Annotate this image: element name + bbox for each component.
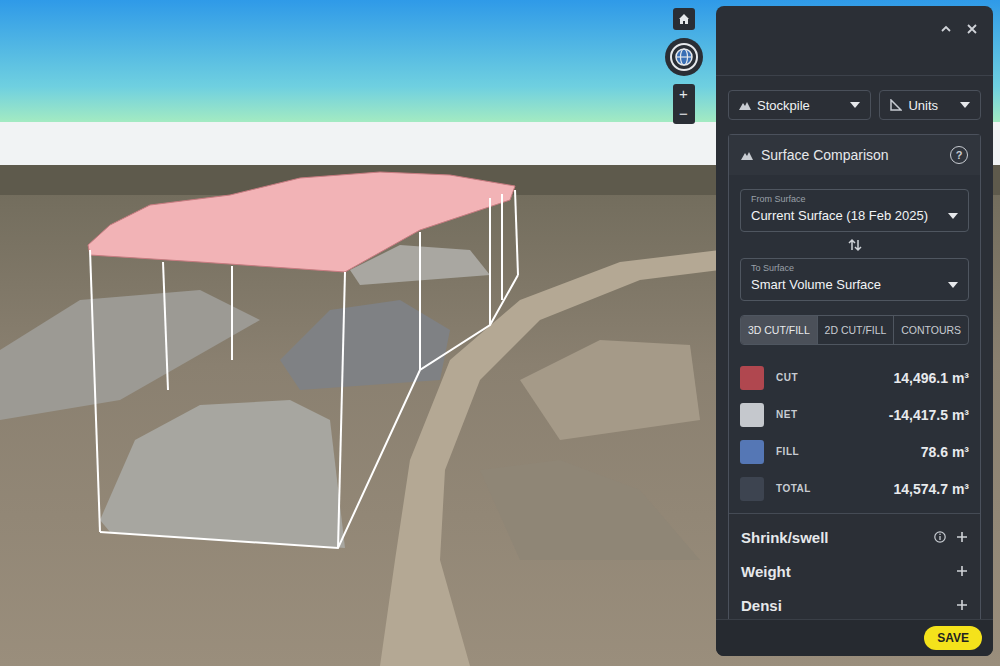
ruler-icon — [890, 99, 902, 111]
result-row: FILL78.6 m³ — [740, 433, 969, 470]
comparison-body: From SurfaceCurrent Surface (18 Feb 2025… — [729, 175, 980, 514]
swap-button[interactable] — [740, 232, 969, 258]
side-panel: Stockpile Units Surface Comparison? From Su… — [716, 6, 993, 656]
zoom-out-button[interactable]: − — [673, 104, 695, 124]
view-tab[interactable]: 2D CUT/FILL — [817, 316, 894, 344]
info-icon — [934, 531, 946, 543]
map-controls: +− — [672, 8, 695, 124]
plus-icon — [956, 565, 968, 577]
color-swatch — [740, 477, 764, 501]
color-swatch — [740, 440, 764, 464]
collapse-button[interactable] — [939, 22, 953, 40]
view-tabs: 3D CUT/FILL2D CUT/FILLCONTOURS — [740, 315, 969, 345]
zoom-in-button[interactable]: + — [673, 84, 695, 104]
expandable-section[interactable]: Weight — [729, 554, 980, 588]
dropdown-row: Stockpile Units — [728, 90, 981, 120]
surface-icon — [741, 150, 753, 160]
units-dropdown[interactable]: Units — [879, 90, 981, 120]
result-row: NET-14,417.5 m³ — [740, 396, 969, 433]
close-button[interactable] — [965, 22, 979, 40]
swap-icon — [848, 238, 862, 252]
globe-icon — [669, 42, 699, 72]
home-button[interactable] — [673, 8, 695, 30]
caret-icon — [948, 282, 958, 288]
view-tab[interactable]: 3D CUT/FILL — [741, 316, 817, 344]
home-icon — [677, 12, 691, 26]
panel-footer: SAVE — [716, 619, 993, 656]
stockpile-dropdown[interactable]: Stockpile — [728, 90, 871, 120]
caret-icon — [850, 102, 860, 108]
close-icon — [965, 22, 979, 36]
result-row: TOTAL14,574.7 m³ — [740, 470, 969, 507]
color-swatch — [740, 403, 764, 427]
surface-comparison-card: Surface Comparison? From SurfaceCurrent S… — [728, 134, 981, 619]
result-row: CUT14,496.1 m³ — [740, 359, 969, 396]
expandable-section[interactable]: Shrink/swell — [729, 520, 980, 554]
color-swatch — [740, 366, 764, 390]
caret-icon — [948, 213, 958, 219]
stockpile-icon — [739, 100, 751, 110]
from-surface-select[interactable]: From SurfaceCurrent Surface (18 Feb 2025… — [740, 189, 969, 232]
panel-header — [716, 6, 993, 76]
view-tab[interactable]: CONTOURS — [893, 316, 968, 344]
help-button[interactable]: ? — [950, 146, 968, 164]
plus-icon — [956, 531, 968, 543]
caret-icon — [960, 102, 970, 108]
chevron-up-icon — [939, 22, 953, 36]
section-list: Shrink/swellWeightDensi — [729, 514, 980, 619]
panel-body: Stockpile Units Surface Comparison? From Su… — [716, 76, 993, 619]
card-header[interactable]: Surface Comparison? — [729, 135, 980, 175]
plus-icon — [956, 599, 968, 611]
compass-button[interactable] — [665, 38, 703, 76]
expandable-section[interactable]: Densi — [729, 588, 980, 619]
zoom-controls: +− — [673, 84, 695, 124]
results-list: CUT14,496.1 m³NET-14,417.5 m³FILL78.6 m³… — [740, 359, 969, 507]
save-button[interactable]: SAVE — [924, 626, 982, 650]
to-surface-select[interactable]: To SurfaceSmart Volume Surface — [740, 258, 969, 301]
